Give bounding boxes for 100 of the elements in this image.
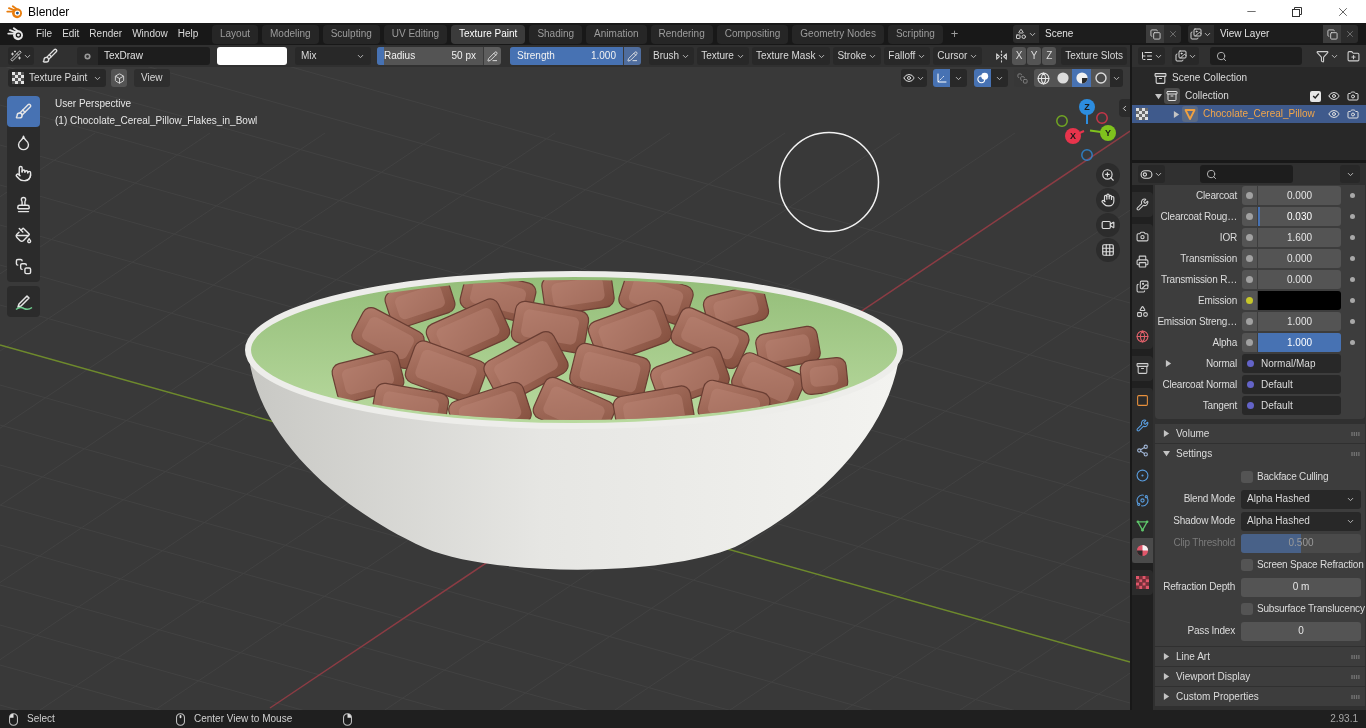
tool-settings-dropdown[interactable] <box>8 47 34 65</box>
shading-button[interactable] <box>1034 69 1053 87</box>
data-selector[interactable] <box>1188 25 1214 43</box>
axis-ring-icon[interactable] <box>1081 149 1093 161</box>
triangle-right-icon[interactable] <box>1172 110 1180 118</box>
folder-plus-icon[interactable] <box>1347 49 1360 63</box>
shading-menu-button[interactable] <box>1110 69 1123 87</box>
add-workspace-button[interactable]: + <box>946 24 963 44</box>
texture-slots-button[interactable]: Texture Slots <box>1061 47 1127 65</box>
menu-item[interactable]: Window <box>127 25 173 43</box>
outliner-row[interactable]: Scene Collection <box>1132 69 1366 87</box>
view-layer-name-field[interactable]: View Layer <box>1214 25 1323 43</box>
shading-button[interactable] <box>1053 69 1072 87</box>
number-field[interactable]: 1.600 <box>1258 228 1341 247</box>
slider-field[interactable]: 0.000 <box>1258 186 1341 205</box>
grip-icon[interactable] <box>1350 674 1360 679</box>
eye-icon[interactable] <box>1328 108 1340 120</box>
grip-icon[interactable] <box>1350 694 1360 699</box>
mask-toggle[interactable] <box>111 69 127 87</box>
panel-header[interactable]: Line Art <box>1155 646 1365 666</box>
projection-toggle[interactable] <box>1096 238 1120 262</box>
header-dropdown[interactable]: Texture Mask <box>751 47 831 65</box>
menu-item[interactable]: File <box>31 25 58 43</box>
header-dropdown[interactable]: Falloff <box>884 47 931 65</box>
blend-mode-dropdown[interactable]: Mix <box>295 47 371 65</box>
header-dropdown[interactable]: Brush <box>649 47 695 65</box>
workspace-tab[interactable]: Modeling <box>262 24 319 44</box>
search-field[interactable] <box>1200 165 1293 183</box>
properties-tab[interactable] <box>1132 356 1153 381</box>
blender-logo-icon[interactable] <box>7 27 24 41</box>
socket-button[interactable] <box>1242 228 1258 247</box>
shading-button[interactable] <box>1072 69 1091 87</box>
camera-icon[interactable] <box>1347 90 1359 102</box>
workspace-tab[interactable]: Compositing <box>716 24 789 44</box>
eye-icon[interactable] <box>1328 90 1340 102</box>
remove-button[interactable] <box>1341 25 1358 43</box>
panel-header[interactable]: Viewport Display <box>1155 666 1365 686</box>
grip-icon[interactable] <box>1350 431 1360 436</box>
axis-toggle[interactable]: Y <box>1027 47 1042 65</box>
pressure-toggle[interactable] <box>623 47 641 65</box>
triangle-down-icon[interactable] <box>1163 450 1170 457</box>
slider-field[interactable]: 0.000 <box>1258 270 1341 289</box>
header-dropdown[interactable]: Texture <box>697 47 749 65</box>
socket-button[interactable] <box>1242 270 1258 289</box>
pressure-toggle[interactable] <box>483 47 501 65</box>
workspace-tab[interactable]: Scripting <box>887 24 943 44</box>
editor-type-dropdown[interactable] <box>1138 47 1165 65</box>
panel-header[interactable]: Volume <box>1155 423 1365 443</box>
number-field[interactable]: 0 m <box>1241 577 1361 597</box>
triangle-right-icon[interactable] <box>1163 653 1170 660</box>
scene-name-field[interactable]: Scene <box>1039 25 1146 43</box>
link-field[interactable]: Default <box>1242 375 1341 394</box>
properties-tab[interactable] <box>1132 538 1153 563</box>
axis-toggle[interactable]: X <box>1012 47 1027 65</box>
shading-button[interactable] <box>1091 69 1110 87</box>
number-field[interactable]: 0 <box>1241 621 1361 641</box>
socket-button[interactable] <box>1242 333 1258 352</box>
filter-dropdown[interactable] <box>1316 49 1339 63</box>
header-dropdown[interactable]: Stroke <box>833 47 882 65</box>
brush-name-field[interactable]: TexDraw <box>98 47 210 65</box>
link-field[interactable]: Default <box>1242 396 1341 415</box>
zoom-button[interactable] <box>1096 163 1120 187</box>
triangle-right-icon[interactable] <box>1163 693 1170 700</box>
checkbox-label[interactable]: Backface Culling <box>1257 471 1329 483</box>
workspace-tab[interactable]: UV Editing <box>383 24 447 44</box>
workspace-tab[interactable]: Texture Paint <box>451 24 526 44</box>
triangle-down-icon[interactable] <box>1154 92 1162 100</box>
display-mode-dropdown[interactable] <box>1172 47 1199 65</box>
visibility-dropdown[interactable] <box>901 69 927 87</box>
menu-item[interactable]: View <box>134 69 170 87</box>
grip-icon[interactable] <box>1350 654 1360 659</box>
search-field[interactable] <box>1210 47 1302 65</box>
workspace-tab[interactable]: Rendering <box>650 24 713 44</box>
checkbox[interactable] <box>1310 90 1321 102</box>
color-swatch-icon[interactable] <box>1258 291 1341 310</box>
header-dropdown[interactable]: Cursor <box>933 47 983 65</box>
overlay-toggle[interactable] <box>974 69 991 87</box>
properties-tab[interactable] <box>1132 192 1153 217</box>
strength-slider[interactable]: Strength 1.000 <box>510 47 623 65</box>
triangle-right-icon[interactable] <box>1165 360 1172 367</box>
link-field[interactable]: Normal/Map <box>1242 354 1341 373</box>
triangle-right-icon[interactable] <box>1163 673 1170 680</box>
socket-button[interactable] <box>1242 186 1258 205</box>
workspace-tab[interactable]: Geometry Nodes <box>792 24 884 44</box>
panel-header[interactable]: Settings <box>1155 443 1365 463</box>
slider-field[interactable]: 0.030 <box>1258 207 1341 226</box>
tool-button[interactable] <box>7 286 40 317</box>
menu-item[interactable]: Render <box>84 25 128 43</box>
data-selector[interactable] <box>1013 25 1039 43</box>
workspace-tab[interactable]: Layout <box>212 24 259 44</box>
menu-item[interactable]: Edit <box>57 25 85 43</box>
color-swatch-icon[interactable] <box>217 47 287 65</box>
socket-button[interactable] <box>1242 249 1258 268</box>
slider-field[interactable]: 1.000 <box>1258 333 1341 352</box>
pan-button[interactable] <box>1096 188 1120 212</box>
menu-item[interactable]: Help <box>172 25 204 43</box>
socket-button[interactable] <box>1242 207 1258 226</box>
mode-dropdown[interactable]: Texture Paint <box>8 69 106 87</box>
editor-type-dropdown[interactable] <box>1138 165 1165 183</box>
grip-icon[interactable] <box>1350 451 1360 456</box>
